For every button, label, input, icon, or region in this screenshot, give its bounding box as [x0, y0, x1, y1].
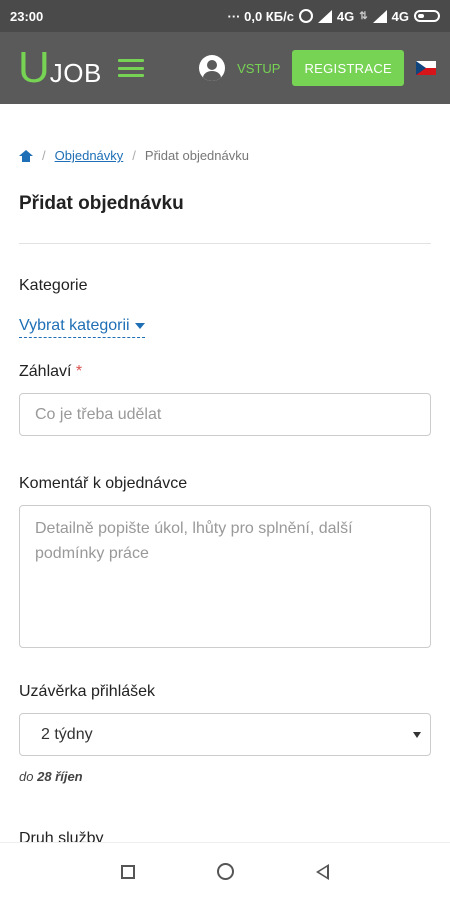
deadline-note-prefix: do	[19, 769, 34, 784]
page-title: Přidat objednávku	[19, 193, 184, 214]
deadline-note: do 28 říjen	[19, 769, 431, 784]
flag-cz-icon[interactable]	[416, 61, 436, 75]
network-speed: ··· 0,0 КБ/с	[227, 8, 294, 24]
login-link[interactable]: VSTUP	[237, 61, 280, 76]
app-header: U JOB VSTUP REGISTRACE	[0, 32, 450, 104]
network-type-2: 4G	[391, 8, 409, 24]
nav-home-icon[interactable]	[217, 863, 234, 880]
logo-job: JOB	[49, 58, 102, 88]
menu-icon[interactable]	[117, 59, 144, 77]
divider	[19, 243, 431, 244]
deadline-select-value: 2 týdny	[41, 725, 93, 743]
breadcrumb-separator: /	[132, 148, 136, 163]
register-button[interactable]: REGISTRACE	[292, 50, 404, 86]
data-transfer-icon: ⇅	[359, 10, 368, 22]
system-nav-bar	[0, 842, 450, 900]
deadline-label: Uzávěrka přihlášek	[19, 683, 156, 700]
home-icon[interactable]	[19, 149, 33, 162]
alarm-icon	[298, 9, 313, 23]
signal-icon	[317, 9, 332, 23]
title-input[interactable]	[19, 393, 431, 436]
logo[interactable]: U JOB	[18, 46, 102, 90]
status-time: 23:00	[10, 8, 44, 24]
nav-back-icon[interactable]	[316, 863, 329, 880]
signal-icon	[372, 9, 387, 23]
category-select-label: Vybrat kategorii	[19, 317, 130, 334]
category-label: Kategorie	[19, 277, 88, 294]
status-bar: 23:00 ··· 0,0 КБ/с 4G ⇅ 4G	[0, 0, 450, 32]
main-content: / Objednávky / Přidat objednávku Přidat …	[0, 104, 450, 848]
required-mark: *	[75, 363, 83, 380]
header-actions: VSTUP REGISTRACE	[199, 50, 436, 86]
title-label: Záhlaví *	[19, 363, 431, 381]
breadcrumb-current: Přidat objednávku	[144, 148, 249, 163]
comment-label: Komentář k objednávce	[19, 475, 188, 492]
user-icon[interactable]	[199, 55, 226, 81]
caret-down-icon	[134, 323, 145, 329]
breadcrumb-orders-link[interactable]: Objednávky	[55, 148, 124, 163]
breadcrumb: / Objednávky / Přidat objednávku	[19, 148, 431, 163]
breadcrumb-separator: /	[42, 148, 46, 163]
nav-recent-icon[interactable]	[121, 864, 135, 879]
logo-u: U	[18, 43, 50, 92]
deadline-note-date: 28 říjen	[37, 769, 83, 784]
status-indicators: ··· 0,0 КБ/с 4G ⇅ 4G	[228, 9, 440, 24]
caret-down-icon	[413, 731, 421, 738]
network-type-1: 4G	[336, 8, 355, 24]
comment-textarea[interactable]	[19, 505, 431, 648]
battery-icon	[414, 10, 440, 22]
deadline-select[interactable]: 2 týdny	[19, 713, 431, 756]
title-label-text: Záhlaví	[19, 363, 72, 380]
category-select[interactable]: Vybrat kategorii	[19, 317, 145, 338]
